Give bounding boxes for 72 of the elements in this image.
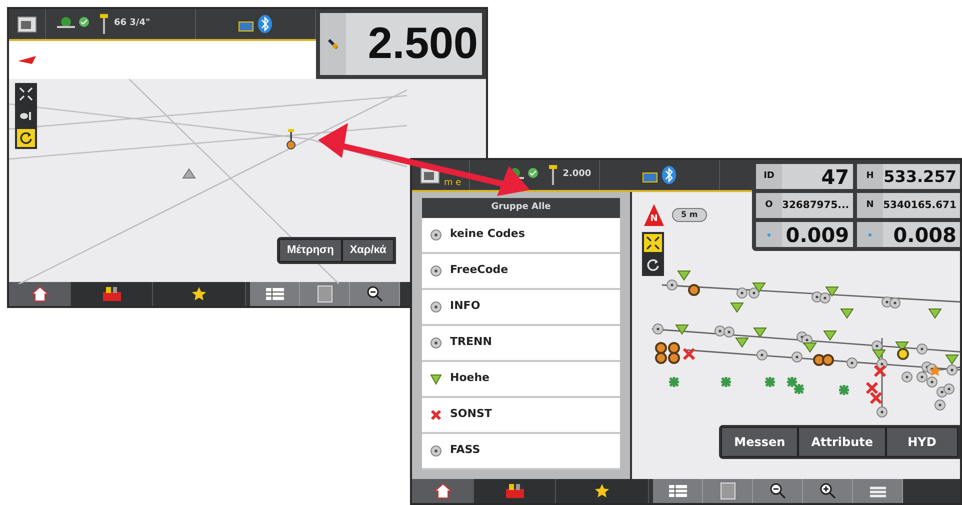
- point-icon: [430, 300, 442, 312]
- action-button[interactable]: Attribute: [798, 427, 886, 457]
- readout-label: H: [866, 170, 874, 183]
- cross-icon: [430, 408, 442, 420]
- height-value: 66 3/4": [114, 17, 150, 30]
- code-list-item[interactable]: keine Codes: [422, 218, 620, 254]
- zoom-out-icon[interactable]: [366, 285, 384, 303]
- document-icon[interactable]: [720, 482, 736, 500]
- unit-label: m e: [444, 179, 462, 190]
- point-icon: [430, 228, 442, 240]
- zoom-extents-button[interactable]: [642, 232, 664, 254]
- zoom-in-icon[interactable]: [818, 482, 836, 500]
- nav-tab[interactable]: [556, 479, 649, 503]
- satellite-icon: [327, 38, 339, 50]
- star-icon[interactable]: [191, 286, 207, 302]
- device-icon: [17, 15, 37, 33]
- home-icon[interactable]: [30, 286, 48, 302]
- refresh-icon[interactable]: [19, 131, 33, 145]
- document-icon[interactable]: [316, 285, 332, 303]
- readout-label: ID: [764, 170, 774, 183]
- gps-pole-icon: [98, 13, 110, 35]
- point-icon: [430, 336, 442, 348]
- toolbox-icon[interactable]: [102, 286, 122, 302]
- survey-pole-icon: [286, 128, 296, 150]
- code-list-item[interactable]: INFO: [422, 290, 620, 326]
- zoom-extents-icon[interactable]: [646, 236, 660, 250]
- point-icon: [430, 264, 442, 276]
- action-button[interactable]: HYD: [886, 427, 958, 457]
- bluetooth-icon: [238, 14, 274, 34]
- nav-tab[interactable]: [9, 282, 71, 306]
- home-icon[interactable]: [434, 483, 452, 499]
- measured-value: 2.500: [366, 22, 479, 66]
- pole-button[interactable]: [15, 105, 37, 127]
- readout-value: 533.257: [883, 166, 958, 188]
- code-list-item[interactable]: SONST: [422, 398, 620, 434]
- code-list-item[interactable]: TRENN: [422, 326, 620, 362]
- bluetooth-icon: [642, 165, 678, 185]
- refresh-button[interactable]: [15, 127, 37, 149]
- height-value: 2.000: [562, 168, 592, 182]
- nav-tab[interactable]: [71, 282, 153, 306]
- code-list-item[interactable]: FreeCode: [422, 254, 620, 290]
- toolbox-icon[interactable]: [504, 483, 524, 499]
- code-list-item[interactable]: Hoehe: [422, 362, 620, 398]
- dot-icon: [765, 232, 773, 236]
- readout-value: 0.009: [784, 222, 850, 248]
- action-button[interactable]: Μέτρηση: [279, 239, 342, 262]
- readout-value: 5340165.671: [883, 199, 958, 213]
- action-button[interactable]: Χαρ/κά: [342, 239, 394, 262]
- point-icon: [430, 444, 442, 456]
- readout-label: N: [866, 198, 874, 212]
- star-icon[interactable]: [594, 483, 610, 499]
- readout-value: 0.008: [892, 222, 958, 248]
- refresh-button[interactable]: [642, 254, 664, 276]
- gps-pole-icon: [546, 164, 559, 186]
- nav-tab[interactable]: [412, 479, 474, 503]
- table-icon[interactable]: [264, 287, 284, 301]
- list-title: Gruppe Alle: [422, 198, 620, 218]
- readout-value: 47: [820, 164, 850, 190]
- triangle-icon: [430, 372, 442, 384]
- action-button[interactable]: Messen: [721, 427, 798, 457]
- direction-arrow-icon: [17, 55, 37, 65]
- nav-tab[interactable]: [153, 282, 246, 306]
- zoom-extents-button[interactable]: [15, 83, 37, 105]
- nav-tab[interactable]: [474, 479, 556, 503]
- readout-label: O: [765, 198, 773, 212]
- zoom-out-icon[interactable]: [768, 482, 786, 500]
- code-list-item[interactable]: FASS: [422, 434, 620, 470]
- table-icon[interactable]: [668, 484, 688, 498]
- pole-icon[interactable]: [19, 111, 33, 121]
- triangle-marker-icon: [182, 168, 196, 179]
- scale-label: 5 m: [672, 208, 707, 222]
- readout-value: 32687975...: [782, 199, 850, 213]
